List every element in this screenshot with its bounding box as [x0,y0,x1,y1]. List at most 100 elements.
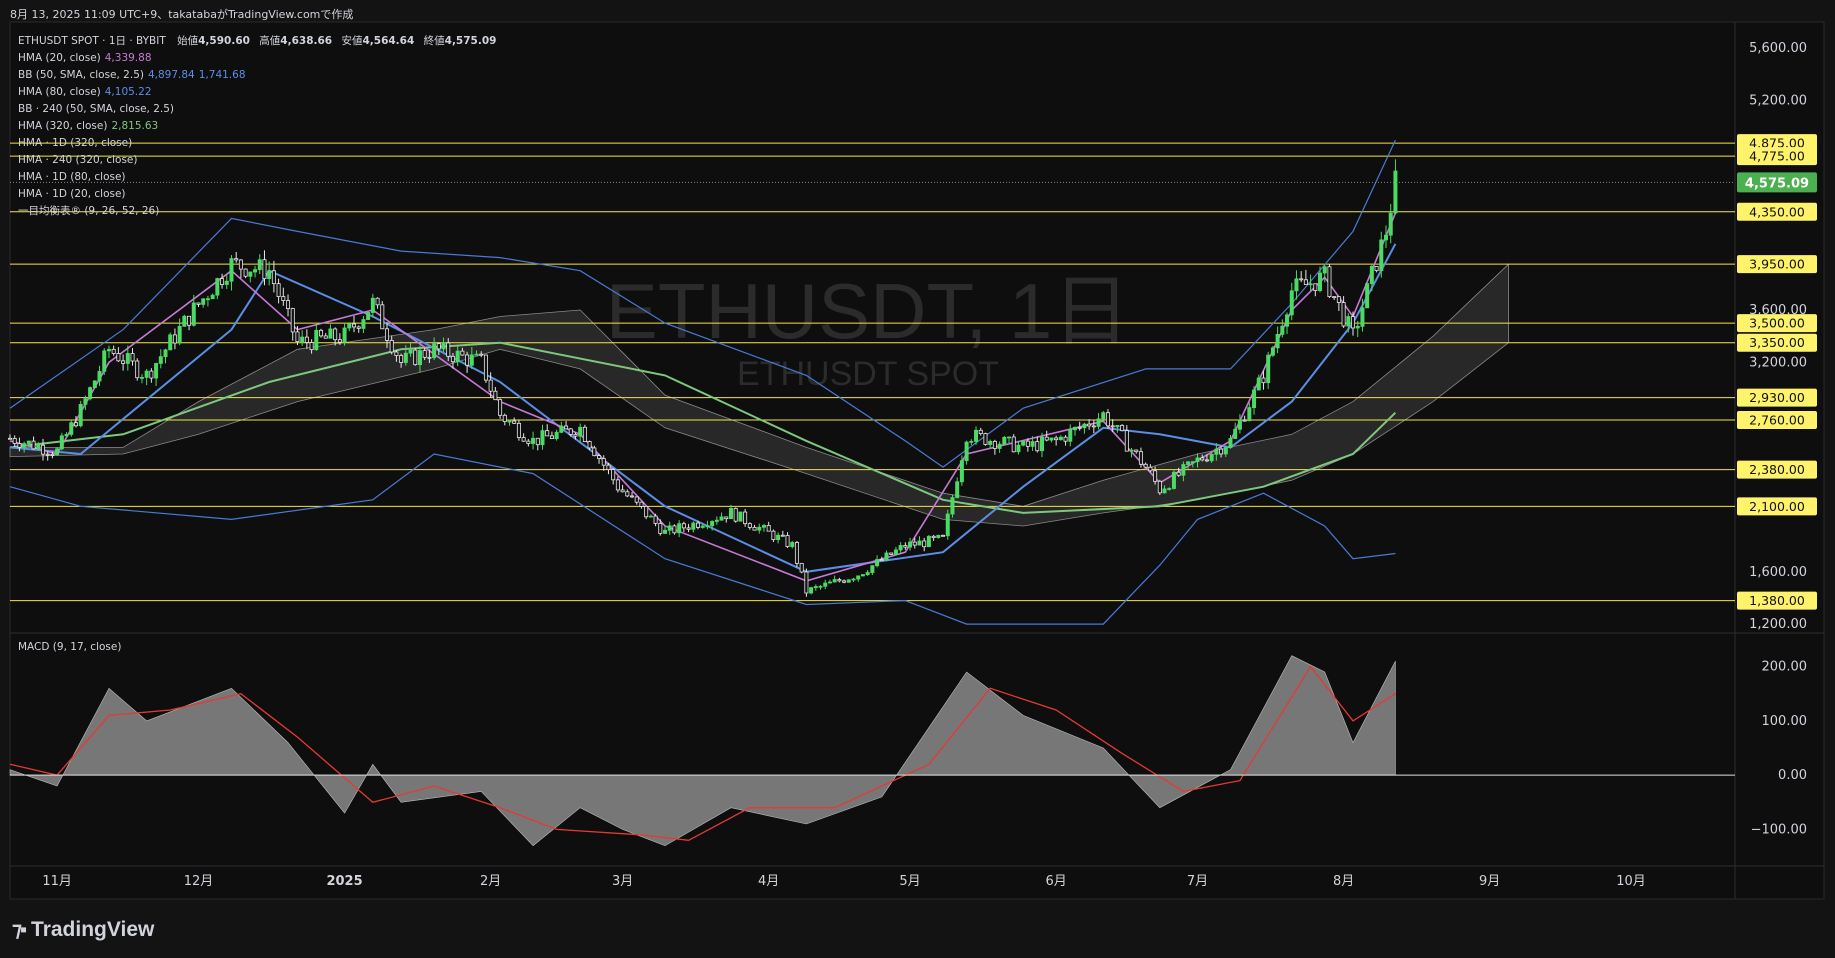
candle[interactable] [1242,419,1247,422]
candle[interactable] [945,513,950,537]
candle[interactable] [380,304,385,330]
candle[interactable] [1134,449,1139,453]
candle[interactable] [498,399,503,416]
candle[interactable] [1167,488,1172,490]
candle[interactable] [323,335,328,339]
candle[interactable] [1294,278,1299,292]
candle[interactable] [375,297,380,306]
candle[interactable] [92,380,97,388]
candle[interactable] [521,437,526,442]
candle[interactable] [361,319,366,329]
candle[interactable] [248,271,253,277]
candle[interactable] [253,269,258,273]
candle[interactable] [1369,266,1374,284]
candle[interactable] [597,455,602,459]
candle[interactable] [1063,436,1068,442]
candle[interactable] [474,353,479,356]
candle[interactable] [1237,419,1242,430]
candle[interactable] [1007,436,1012,439]
candle[interactable] [1068,429,1073,442]
candle[interactable] [191,302,196,326]
candle[interactable] [17,443,22,448]
candle[interactable] [1270,347,1275,356]
candle[interactable] [271,270,276,285]
candle[interactable] [526,440,531,444]
candle[interactable] [1355,325,1360,329]
candle[interactable] [422,350,427,358]
candle[interactable] [1233,428,1238,439]
candle[interactable] [776,534,781,541]
candle[interactable] [545,430,550,437]
candle[interactable] [931,535,936,539]
candle[interactable] [1181,464,1186,476]
candle[interactable] [1021,440,1026,446]
candle[interactable] [1214,448,1219,455]
candle[interactable] [1124,430,1129,452]
candle[interactable] [780,534,785,537]
candle[interactable] [1223,447,1228,455]
candle[interactable] [1299,278,1304,281]
candle[interactable] [502,414,507,422]
candle[interactable] [1332,296,1337,299]
candle[interactable] [832,579,837,583]
candle[interactable] [535,437,540,446]
candle[interactable] [578,426,583,437]
candle[interactable] [823,582,828,587]
candle[interactable] [1186,461,1191,465]
candle[interactable] [73,422,78,427]
candle[interactable] [573,434,578,437]
candle[interactable] [974,429,979,442]
legend-row[interactable]: 一目均衡表® (9, 26, 52, 26) [18,203,496,220]
candle[interactable] [1252,389,1257,408]
candle[interactable] [1082,423,1087,429]
candle[interactable] [1110,425,1115,428]
candle[interactable] [1072,426,1077,431]
candle[interactable] [450,355,455,363]
candle[interactable] [356,326,361,329]
candle[interactable] [257,259,262,271]
candle[interactable] [196,302,201,305]
candle[interactable] [733,508,738,522]
candle[interactable] [1035,441,1040,452]
candle[interactable] [441,342,446,350]
candle[interactable] [1101,412,1106,420]
candle[interactable] [1016,444,1021,453]
candle[interactable] [210,294,215,300]
candle[interactable] [469,354,474,366]
candle[interactable] [1318,272,1323,291]
candle[interactable] [149,370,154,379]
candle[interactable] [818,585,823,588]
candle[interactable] [1091,425,1096,428]
candle[interactable] [667,525,672,531]
candle[interactable] [432,343,437,359]
candle[interactable] [955,481,960,498]
candle[interactable] [220,278,225,285]
candle[interactable] [710,521,715,527]
candle[interactable] [1120,424,1125,432]
candle[interactable] [653,515,658,524]
candle[interactable] [26,440,31,444]
candle[interactable] [366,312,371,320]
candle[interactable] [69,422,74,435]
candle[interactable] [1162,488,1167,494]
candle[interactable] [205,298,210,301]
candle[interactable] [1209,453,1214,462]
candle[interactable] [281,296,286,301]
candle[interactable] [436,343,441,350]
candle[interactable] [276,283,281,297]
candle[interactable] [1096,418,1101,427]
candle[interactable] [634,496,639,503]
candle[interactable] [168,334,173,351]
candle[interactable] [615,479,620,491]
candle[interactable] [384,328,389,341]
candle[interactable] [389,340,394,353]
candle[interactable] [606,464,611,470]
candle[interactable] [1171,471,1176,489]
candle[interactable] [455,350,460,363]
candle[interactable] [738,511,743,522]
candle[interactable] [295,331,300,343]
candle[interactable] [1303,279,1308,285]
candle[interactable] [804,571,809,594]
candle[interactable] [408,349,413,354]
candle[interactable] [177,325,182,344]
